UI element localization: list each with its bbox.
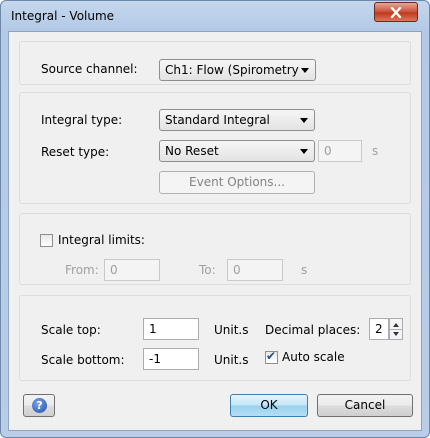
close-button[interactable] — [374, 2, 418, 22]
window-title: Integral - Volume — [11, 9, 115, 23]
chevron-down-icon — [301, 68, 309, 73]
help-icon: ? — [32, 398, 47, 413]
ok-button[interactable]: OK — [230, 394, 308, 417]
reset-seconds-input[interactable]: 0 — [318, 140, 362, 162]
integral-limits-label: Integral limits: — [58, 233, 145, 247]
source-channel-dropdown[interactable]: Ch1: Flow (Spirometry — [159, 59, 316, 81]
scale-top-label: Scale top: — [41, 323, 101, 337]
from-input[interactable]: 0 — [104, 259, 160, 281]
source-channel-value: Ch1: Flow (Spirometry — [165, 63, 299, 77]
integral-type-dropdown[interactable]: Standard Integral — [159, 109, 315, 131]
scale-group — [19, 295, 411, 381]
auto-scale-checkbox[interactable]: ✔ — [265, 349, 278, 364]
dialog-body: Source channel: Ch1: Flow (Spirometry In… — [8, 31, 422, 431]
integral-limits-checkbox[interactable] — [40, 234, 53, 247]
source-channel-label: Source channel: — [41, 62, 138, 76]
decimal-places-label: Decimal places: — [265, 323, 361, 337]
reset-type-dropdown[interactable]: No Reset — [159, 140, 315, 162]
scale-bottom-label: Scale bottom: — [41, 353, 125, 367]
chevron-down-icon — [300, 118, 308, 123]
spin-down-icon[interactable] — [393, 332, 399, 336]
reset-type-value: No Reset — [165, 144, 219, 158]
to-label: To: — [199, 263, 216, 277]
title-bar[interactable]: Integral - Volume — [1, 1, 429, 31]
scale-bottom-unit: Unit.s — [214, 353, 249, 367]
decimal-places-spinner[interactable] — [389, 318, 403, 340]
checkmark-icon: ✔ — [266, 349, 277, 363]
scale-bottom-input[interactable]: -1 — [143, 348, 199, 370]
close-icon — [390, 6, 402, 18]
chevron-down-icon — [300, 149, 308, 154]
auto-scale-label: Auto scale — [282, 350, 345, 364]
scale-top-unit: Unit.s — [214, 323, 249, 337]
limits-unit: s — [301, 263, 308, 277]
integral-type-label: Integral type: — [41, 113, 123, 127]
scale-top-input[interactable]: 1 — [143, 318, 199, 340]
decimal-places-input[interactable]: 2 — [369, 318, 389, 340]
reset-type-label: Reset type: — [41, 145, 110, 159]
help-button[interactable]: ? — [23, 394, 55, 417]
spin-up-icon[interactable] — [393, 323, 399, 327]
dialog-window: Integral - Volume Source channel: Ch1: F… — [0, 0, 430, 438]
from-label: From: — [65, 263, 99, 277]
cancel-button[interactable]: Cancel — [317, 394, 413, 417]
to-input[interactable]: 0 — [227, 259, 283, 281]
event-options-button[interactable]: Event Options... — [159, 171, 315, 194]
reset-seconds-unit: s — [372, 144, 379, 158]
spin-divider — [390, 329, 402, 330]
integral-type-value: Standard Integral — [165, 113, 270, 127]
